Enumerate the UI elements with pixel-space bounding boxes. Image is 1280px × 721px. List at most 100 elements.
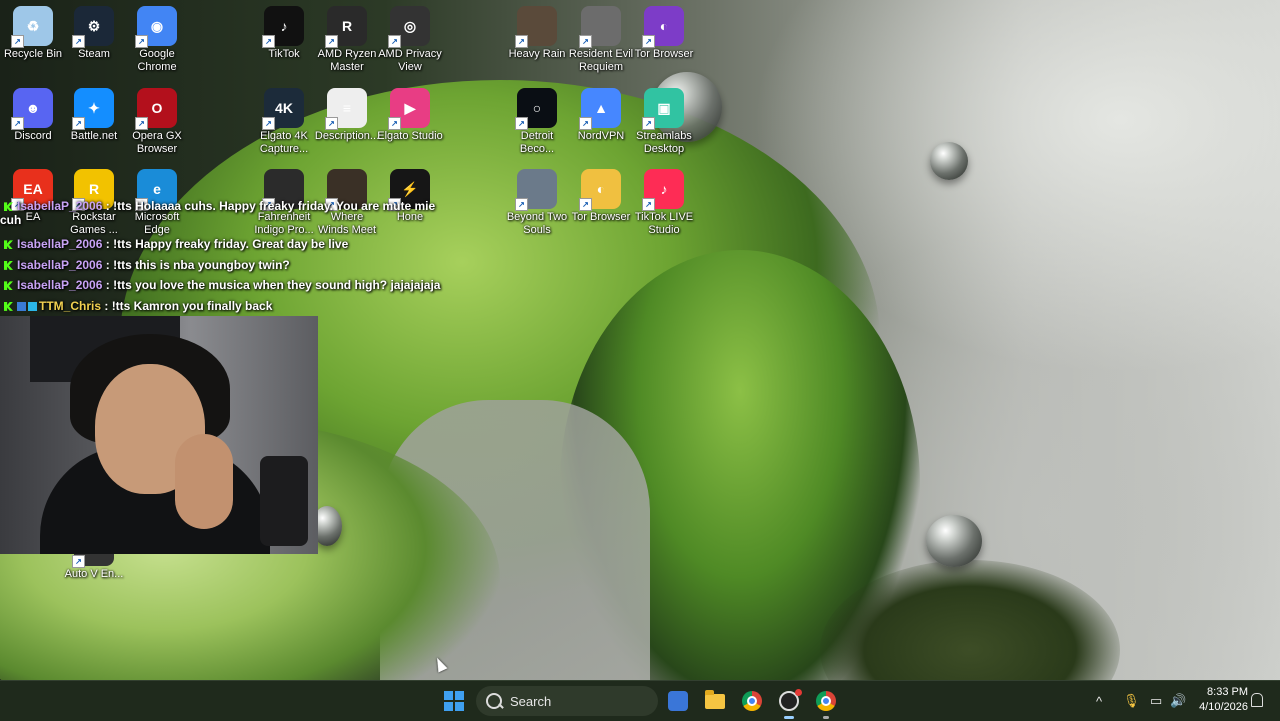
ryzen-master-icon: R ↗ bbox=[325, 6, 367, 48]
desktop-icon-tiktok-live-studio[interactable]: ♪ ↗ TikTok LIVE Studio bbox=[631, 163, 697, 237]
desktop-icon-label: TikTok LIVE Studio bbox=[634, 211, 694, 236]
shortcut-arrow-icon: ↗ bbox=[72, 35, 85, 48]
kick-badge-icon bbox=[4, 281, 13, 291]
desktop-icon-nordvpn[interactable]: ▲ ↗ NordVPN bbox=[568, 82, 634, 143]
taskbar-search-box[interactable]: Search bbox=[476, 686, 658, 716]
system-clock[interactable]: 8:33 PM 4/10/2026 bbox=[1192, 685, 1248, 715]
opera-gx-icon: O ↗ bbox=[135, 88, 177, 130]
desktop-icon-label: Detroit Beco... bbox=[519, 130, 555, 155]
shortcut-arrow-icon: ↗ bbox=[579, 35, 592, 48]
desktop-icon-label: Discord bbox=[14, 130, 52, 142]
taskbar: Search ^ 🎙 ▭ 🔊 8:33 PM 4/10/2026 bbox=[0, 680, 1280, 721]
desktop-icon-tor-browser[interactable]: ◐ ↗ Tor Browser bbox=[631, 0, 697, 61]
shortcut-arrow-icon: ↗ bbox=[72, 117, 85, 130]
desktop-icon-detroit-become-human[interactable]: ○ ↗ Detroit Beco... bbox=[504, 82, 570, 156]
privacy-view-icon: ◎ ↗ bbox=[388, 6, 430, 48]
kick-badge-icon bbox=[4, 240, 13, 250]
recording-indicator-icon bbox=[795, 689, 802, 696]
verified-badge-icon bbox=[28, 301, 37, 311]
chat-username[interactable]: IsabellaP_2006 bbox=[17, 237, 102, 251]
desktop-icon-elgato-studio[interactable]: ▶ ↗ Elgato Studio bbox=[377, 82, 443, 143]
desktop-icon-label: AMD Ryzen Master bbox=[317, 48, 377, 73]
kick-badge-icon bbox=[4, 260, 13, 270]
desktop-icon-battlenet[interactable]: ✦ ↗ Battle.net bbox=[61, 82, 127, 143]
elgato-studio-icon: ▶ ↗ bbox=[388, 88, 430, 130]
chrome-icon: ◉ ↗ bbox=[135, 6, 177, 48]
desktop-icon-resident-evil[interactable]: ↗ Resident Evil Requiem bbox=[568, 0, 634, 74]
start-button[interactable] bbox=[440, 687, 468, 715]
desktop-icon-label: Streamlabs Desktop bbox=[636, 130, 692, 155]
chrome-taskbar-icon[interactable] bbox=[738, 687, 766, 715]
desktop-icon-steam[interactable]: ⚙ ↗ Steam bbox=[61, 0, 127, 61]
stream-chat-overlay: IsabellaP_2006 : !tts Holaaaa cuhs. Happ… bbox=[0, 196, 440, 317]
nordvpn-icon: ▲ ↗ bbox=[579, 88, 621, 130]
search-label: Search bbox=[510, 693, 552, 709]
desktop-icon-label: NordVPN bbox=[577, 130, 625, 142]
chat-text: !tts Happy freaky friday. Great day be l… bbox=[113, 237, 349, 251]
desktop-icon-label: Elgato 4K Capture... bbox=[259, 130, 309, 155]
desktop-icon-tor-browser-folder[interactable]: ◐ ↗ Tor Browser bbox=[568, 163, 634, 224]
chat-separator: : bbox=[102, 257, 114, 272]
desktop-icon-elgato-4k[interactable]: 4K ↗ Elgato 4K Capture... bbox=[251, 82, 317, 156]
discord-icon: ☻ ↗ bbox=[11, 88, 53, 130]
search-icon bbox=[486, 693, 502, 709]
desktop-icon-recycle-bin[interactable]: ♻ ↗ Recycle Bin bbox=[0, 0, 66, 61]
desktop-icon-chrome[interactable]: ◉ ↗ Google Chrome bbox=[124, 0, 190, 74]
notification-bell-icon[interactable] bbox=[1251, 693, 1263, 707]
chat-separator: : bbox=[102, 237, 114, 251]
desktop-icon-streamlabs[interactable]: ▣ ↗ Streamlabs Desktop bbox=[631, 82, 697, 156]
desktop-icon-heavy-rain[interactable]: ↗ Heavy Rain bbox=[504, 0, 570, 61]
desktop-icon-opera-gx[interactable]: O ↗ Opera GX Browser bbox=[124, 82, 190, 156]
volume-icon[interactable]: 🔊 bbox=[1170, 681, 1186, 721]
desktop-icon-beyond-two-souls[interactable]: ↗ Beyond Two Souls bbox=[504, 163, 570, 237]
desktop-icon-discord[interactable]: ☻ ↗ Discord bbox=[0, 82, 66, 143]
desktop-icon-privacy-view[interactable]: ◎ ↗ AMD Privacy View bbox=[377, 0, 443, 74]
shortcut-arrow-icon: ↗ bbox=[579, 198, 592, 211]
desktop-icon-label: Beyond Two Souls bbox=[506, 211, 568, 236]
microsoft-store-icon[interactable] bbox=[668, 691, 688, 711]
webcam-overlay bbox=[0, 316, 318, 554]
shortcut-arrow-icon: ↗ bbox=[325, 117, 338, 130]
chat-message: TTM_Chris : !tts Kamron you finally back bbox=[0, 296, 420, 317]
desktop-icon-tiktok[interactable]: ♪ ↗ TikTok bbox=[251, 0, 317, 61]
obs-taskbar-icon[interactable] bbox=[775, 687, 803, 719]
tor-browser-folder-icon: ◐ ↗ bbox=[579, 169, 621, 211]
desktop-icon-label: Tor Browser bbox=[571, 211, 631, 223]
moderator-badge-icon bbox=[17, 301, 26, 311]
show-hidden-icons-chevron-icon[interactable]: ^ bbox=[1096, 681, 1102, 721]
chat-username[interactable]: IsabellaP_2006 bbox=[17, 278, 102, 292]
chat-text: !tts Kamron you finally back bbox=[111, 298, 273, 313]
microphone-tray-icon[interactable]: 🎙 bbox=[1123, 681, 1140, 721]
tiktok-live-studio-icon: ♪ ↗ bbox=[642, 169, 684, 211]
file-explorer-icon[interactable] bbox=[701, 687, 729, 715]
network-icon[interactable]: ▭ bbox=[1150, 681, 1162, 721]
shortcut-arrow-icon: ↗ bbox=[72, 555, 85, 568]
desktop-icon-label: Auto V En... bbox=[64, 568, 124, 580]
shortcut-arrow-icon: ↗ bbox=[515, 35, 528, 48]
desktop-icon-label: AMD Privacy View bbox=[378, 48, 442, 73]
detroit-become-human-icon: ○ ↗ bbox=[515, 88, 557, 130]
shortcut-arrow-icon: ↗ bbox=[515, 198, 528, 211]
shortcut-arrow-icon: ↗ bbox=[135, 117, 148, 130]
chrome-profile-taskbar-icon[interactable] bbox=[812, 687, 840, 719]
shortcut-arrow-icon: ↗ bbox=[135, 35, 148, 48]
chat-username[interactable]: IsabellaP_2006 bbox=[17, 258, 102, 272]
shortcut-arrow-icon: ↗ bbox=[262, 35, 275, 48]
desktop-icon-ryzen-master[interactable]: R ↗ AMD Ryzen Master bbox=[314, 0, 380, 74]
shortcut-arrow-icon: ↗ bbox=[642, 117, 655, 130]
desktop-icon-text-file[interactable]: ≡ ↗ Description... bbox=[314, 82, 380, 143]
chat-message: IsabellaP_2006 : !tts Holaaaa cuhs. Happ… bbox=[0, 196, 435, 234]
chat-separator: : bbox=[102, 199, 114, 213]
shortcut-arrow-icon: ↗ bbox=[642, 198, 655, 211]
shortcut-arrow-icon: ↗ bbox=[262, 117, 275, 130]
elgato-4k-icon: 4K ↗ bbox=[262, 88, 304, 130]
chat-text: !tts this is nba youngboy twin? bbox=[113, 257, 290, 272]
tiktok-icon: ♪ ↗ bbox=[262, 6, 304, 48]
chat-username[interactable]: TTM_Chris bbox=[39, 299, 101, 313]
chat-text-wrap: cuh bbox=[0, 213, 22, 227]
chat-username[interactable]: IsabellaP_2006 bbox=[17, 199, 102, 213]
wallpaper-water-drop bbox=[926, 515, 982, 567]
desktop-icon-label: Elgato Studio bbox=[377, 130, 443, 142]
shortcut-arrow-icon: ↗ bbox=[515, 117, 528, 130]
wallpaper-water-drop bbox=[930, 142, 968, 180]
